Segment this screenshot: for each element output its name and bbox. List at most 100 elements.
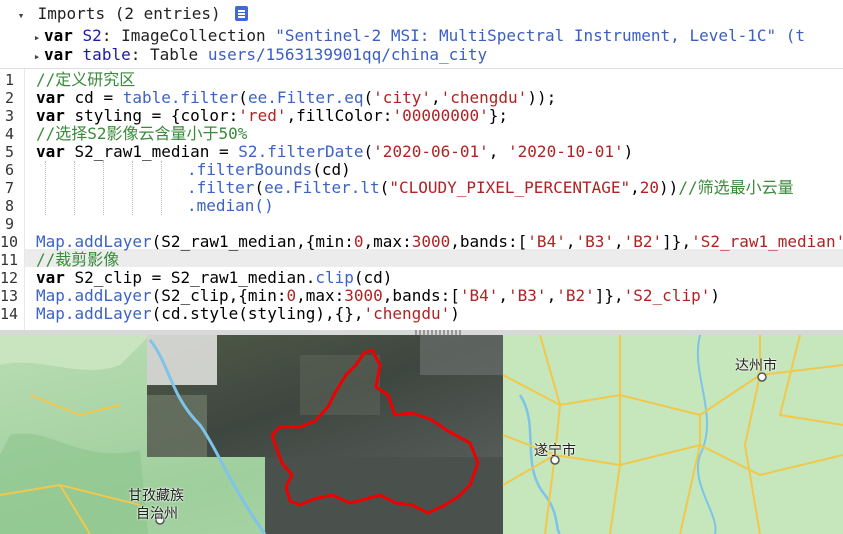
keyword: var xyxy=(36,106,65,125)
code-text: ( xyxy=(363,88,374,107)
function-call: .filter xyxy=(187,178,255,197)
line-number: 9 xyxy=(4,215,14,233)
code-text: , xyxy=(430,88,441,107)
code-text: ) xyxy=(450,304,460,323)
indent-guide xyxy=(103,161,104,215)
code-line-3[interactable]: var styling = {color:'red',fillColor:'00… xyxy=(36,107,508,125)
number-literal: 20 xyxy=(639,178,660,197)
code-line-5[interactable]: var S2_raw1_median = S2.filterDate('2020… xyxy=(36,143,633,161)
import-type: ImageCollection xyxy=(121,26,266,45)
line-number: 3 xyxy=(4,107,14,125)
expand-triangle-icon[interactable]: ▸ xyxy=(30,47,44,67)
code-text: ( xyxy=(363,142,374,161)
import-colon: : xyxy=(101,26,112,45)
code-text: S2_clip = S2_raw1_median. xyxy=(64,268,316,287)
code-text: ( xyxy=(379,178,390,197)
string-literal: 'B3' xyxy=(575,232,614,251)
code-line-7[interactable]: .filter(ee.Filter.lt("CLOUDY_PIXEL_PERCE… xyxy=(187,179,794,197)
code-text: , xyxy=(630,178,640,197)
current-line-highlight xyxy=(25,249,843,267)
map-label-suining[interactable]: 遂宁市 xyxy=(534,440,576,460)
code-text: , xyxy=(488,142,509,161)
line-number: 12 xyxy=(0,269,19,287)
import-row-table[interactable]: ▸ var table: Table users/1563139901qq/chi… xyxy=(30,45,487,65)
function-call: .filterBounds xyxy=(187,160,313,179)
function-call: clip xyxy=(315,268,354,287)
code-line-4[interactable]: //选择S2影像云含量小于50% xyxy=(36,125,247,143)
code-text: )); xyxy=(527,88,557,107)
code-line-12[interactable]: var S2_clip = S2_raw1_median.clip(cd) xyxy=(36,269,392,287)
indent-guide xyxy=(161,161,162,215)
line-number: 10 xyxy=(0,233,19,251)
string-literal: 'city' xyxy=(373,88,431,107)
string-literal: "CLOUDY_PIXEL_PERCENTAGE" xyxy=(389,178,631,197)
map-view[interactable]: 达州市 遂宁市 甘孜藏族 自治州 xyxy=(0,335,843,534)
comment: //裁剪影像 xyxy=(36,250,120,269)
string-literal: '2020-10-01' xyxy=(508,142,624,161)
code-line-2[interactable]: var cd = table.filter(ee.Filter.eq('city… xyxy=(36,89,556,107)
string-literal: '2020-06-01' xyxy=(373,142,489,161)
import-value-s2[interactable]: "Sentinel-2 MSI: MultiSpectral Instrumen… xyxy=(275,26,805,45)
import-keyword: var xyxy=(44,26,73,45)
number-literal: 3000 xyxy=(411,232,451,251)
number-literal: 0 xyxy=(286,286,297,305)
code-text: S2_raw1_median = xyxy=(64,142,239,161)
indent-guide xyxy=(74,161,75,215)
code-line-1[interactable]: //定义研究区 xyxy=(36,71,135,89)
function-call: .median() xyxy=(187,196,274,215)
line-number: 4 xyxy=(4,125,14,143)
snow-cover xyxy=(147,335,217,385)
code-text: ]}, xyxy=(594,286,624,305)
code-line-8[interactable]: .median() xyxy=(187,197,274,215)
code-line-13[interactable]: Map.addLayer(S2_clip,{min:0,max:3000,ban… xyxy=(36,287,720,305)
satellite-texture xyxy=(147,395,207,457)
collapse-triangle-icon[interactable]: ▾ xyxy=(14,6,28,26)
string-literal: 'S2_clip' xyxy=(623,286,711,305)
keyword: var xyxy=(36,88,65,107)
code-text: }; xyxy=(488,106,509,125)
keyword: var xyxy=(36,142,65,161)
code-line-11[interactable]: //裁剪影像 xyxy=(36,251,119,269)
line-number: 2 xyxy=(4,89,14,107)
code-text: ,bands:[ xyxy=(382,286,460,305)
code-text: ( xyxy=(254,178,265,197)
code-text: cd = xyxy=(64,88,123,107)
line-number: 11 xyxy=(0,251,19,269)
function-call: Map.addLayer xyxy=(36,286,152,305)
import-name-table[interactable]: table xyxy=(83,45,131,64)
import-colon: : xyxy=(130,45,141,64)
map-label-ganzi-line1[interactable]: 甘孜藏族 xyxy=(128,485,184,505)
code-text: (cd) xyxy=(312,160,351,179)
code-text: , xyxy=(498,286,509,305)
map-canvas[interactable] xyxy=(0,335,843,534)
code-editor[interactable]: 1 2 3 4 5 6 7 8 9 10 11 12 13 14 //定义研究区… xyxy=(0,68,843,331)
code-text: (cd) xyxy=(353,268,393,287)
code-text: ,max: xyxy=(296,286,345,305)
imports-panel: ▾ Imports (2 entries) ▸ var S2: ImageColl… xyxy=(0,0,843,68)
import-row-s2[interactable]: ▸ var S2: ImageCollection "Sentinel-2 MSI… xyxy=(30,26,805,46)
string-literal: 'B4' xyxy=(527,232,566,251)
code-text: ) xyxy=(710,286,720,305)
string-literal: 'red' xyxy=(238,106,287,125)
code-text: ]}, xyxy=(662,232,692,251)
code-line-14[interactable]: Map.addLayer(cd.style(styling),{},'cheng… xyxy=(36,305,460,323)
map-label-dazhou[interactable]: 达州市 xyxy=(735,355,777,375)
code-text: ( xyxy=(238,88,248,107)
code-line-10[interactable]: Map.addLayer(S2_raw1_median,{min:0,max:3… xyxy=(36,233,843,251)
string-literal: '00000000' xyxy=(392,106,489,125)
code-text: )) xyxy=(659,178,679,197)
imports-header[interactable]: ▾ Imports (2 entries) xyxy=(14,4,249,26)
line-number: 8 xyxy=(4,197,14,215)
string-literal: 'B2' xyxy=(623,232,663,251)
code-text: styling = {color: xyxy=(64,106,239,125)
code-line-6[interactable]: .filterBounds(cd) xyxy=(187,161,351,179)
satellite-texture xyxy=(420,335,503,375)
code-text: (S2_raw1_median,{min: xyxy=(151,232,354,251)
import-value-table[interactable]: users/1563139901qq/china_city xyxy=(208,45,487,64)
function-call: table.filter xyxy=(122,88,239,107)
map-label-ganzi-line2[interactable]: 自治州 xyxy=(136,503,178,523)
document-icon[interactable] xyxy=(235,6,249,21)
line-number: 13 xyxy=(0,287,19,305)
line-number: 5 xyxy=(4,143,14,161)
import-name-s2[interactable]: S2 xyxy=(83,26,102,45)
